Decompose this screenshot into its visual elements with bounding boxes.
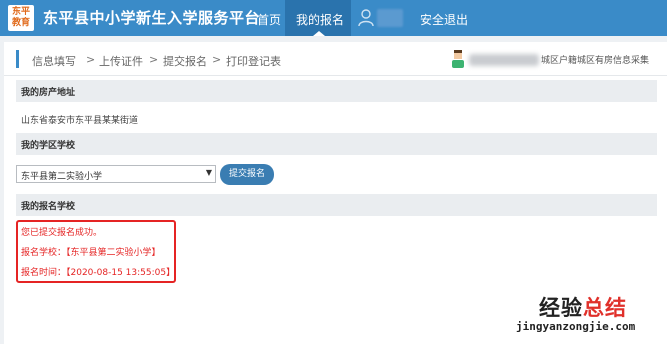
breadcrumb-separator: >: [149, 53, 159, 66]
breadcrumb-accent: [16, 50, 19, 68]
applicant-name-redacted: [469, 54, 539, 66]
watermark-logo: 经验总结: [539, 292, 627, 322]
breadcrumb-step-submit[interactable]: 提交报名: [163, 53, 207, 69]
breadcrumb-separator: >: [86, 53, 96, 66]
logo-text-2: 教育: [11, 18, 30, 28]
property-address: 山东省泰安市东平县某某街道: [21, 116, 139, 126]
submit-registration-button[interactable]: 提交报名: [220, 164, 274, 185]
school-select[interactable]: 东平县第二实验小学 ▼: [16, 165, 216, 183]
user-category: 城区户籍城区有房信息采集: [541, 56, 650, 66]
active-caret-icon: [313, 31, 325, 36]
breadcrumb-separator: >: [212, 53, 222, 66]
section-header-property: 我的房产地址: [16, 80, 657, 102]
result-success-message: 您已提交报名成功。: [21, 228, 103, 238]
site-logo[interactable]: 东平 教育: [8, 5, 34, 31]
logo-text-1: 东平: [11, 7, 30, 17]
nav-item-my-registration[interactable]: 我的报名: [285, 0, 351, 36]
dropdown-arrow-icon: ▼: [205, 168, 212, 177]
school-select-value: 东平县第二实验小学: [21, 172, 103, 182]
watermark-text-left: 经验: [539, 296, 583, 320]
username-redacted: [377, 9, 403, 27]
logout-link[interactable]: 安全退出: [420, 11, 468, 28]
user-icon[interactable]: [358, 9, 374, 27]
breadcrumb: 信息填写 > 上传证件 > 提交报名 > 打印登记表 城区户籍城区有房信息采集: [4, 42, 667, 76]
result-school: 报名学校：【东平县第二实验小学】: [21, 248, 161, 258]
nav-item-home[interactable]: 首页: [257, 11, 281, 28]
watermark-url: jingyanzongjie.com: [516, 320, 636, 333]
section-title: 我的报名学校: [21, 202, 76, 212]
watermark-text-right: 总结: [583, 296, 627, 320]
breadcrumb-step-print[interactable]: 打印登记表: [226, 53, 281, 69]
section-header-district-school: 我的学区学校: [16, 133, 657, 155]
section-title: 我的学区学校: [21, 141, 76, 151]
site-title: 东平县中小学新生入学服务平台: [43, 9, 261, 27]
breadcrumb-step-info[interactable]: 信息填写: [32, 53, 76, 69]
section-title: 我的房产地址: [21, 88, 76, 98]
breadcrumb-step-upload[interactable]: 上传证件: [99, 53, 143, 69]
nav-item-label: 我的报名: [296, 13, 345, 27]
result-time: 报名时间：【2020-08-15 13:55:05】: [21, 268, 176, 278]
avatar-icon: [452, 50, 464, 68]
section-header-registered-school: 我的报名学校: [16, 194, 657, 216]
